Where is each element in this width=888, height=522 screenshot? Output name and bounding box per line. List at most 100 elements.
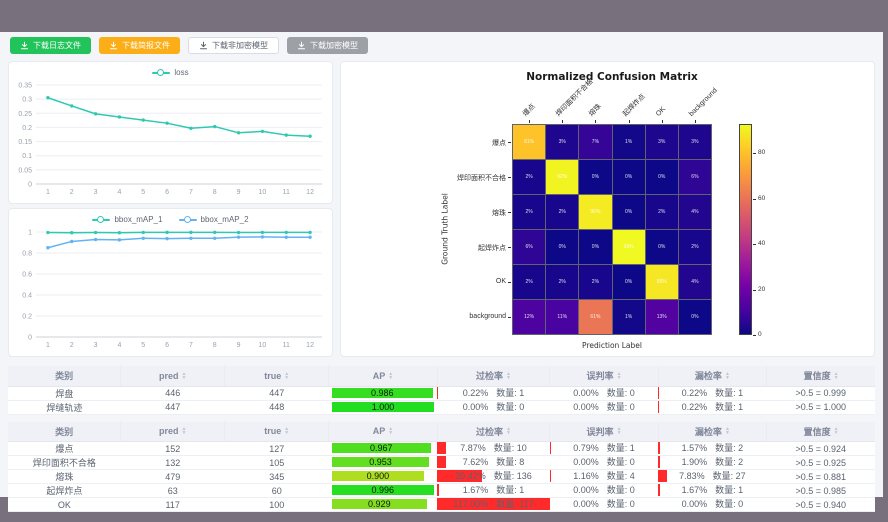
sort-caret-icon[interactable]: ▲▼ xyxy=(725,372,730,380)
svg-text:4: 4 xyxy=(117,189,121,196)
svg-text:3: 3 xyxy=(94,342,98,349)
table-row: 熔珠4793450.90039.42%数量: 1361.16%数量: 47.83… xyxy=(8,470,875,484)
column-header-5[interactable]: 误判率▲▼ xyxy=(550,422,658,442)
sort-caret-icon[interactable]: ▲▼ xyxy=(284,372,289,380)
matrix-cell: 0% xyxy=(613,195,645,229)
cell-misjudge-rate: 0.00% 数量: 0 xyxy=(550,386,658,400)
column-header-label: 类别 xyxy=(55,369,73,382)
column-header-label: pred xyxy=(159,426,179,436)
sort-caret-icon[interactable]: ▲▼ xyxy=(284,427,289,435)
rate-count: 数量: 0 xyxy=(715,498,743,511)
rate-count: 数量: 2 xyxy=(715,456,743,469)
map-chart-legend: bbox_mAP_1 bbox_mAP_2 xyxy=(9,209,332,227)
sort-caret-icon[interactable]: ▲▼ xyxy=(834,427,839,435)
sort-caret-icon[interactable]: ▲▼ xyxy=(182,427,187,435)
svg-text:11: 11 xyxy=(283,189,290,196)
matrix-col-label: 爆点 xyxy=(521,102,539,120)
svg-text:2: 2 xyxy=(70,342,74,349)
cell-true: 100 xyxy=(225,498,329,512)
metrics-tables: 类别pred▲▼true▲▼AP▲▼过检率▲▼误判率▲▼漏检率▲▼置信度▲▼焊盘… xyxy=(8,366,875,512)
column-header-3[interactable]: AP▲▼ xyxy=(329,422,437,442)
sort-caret-icon[interactable]: ▲▼ xyxy=(617,427,622,435)
column-header-6[interactable]: 漏检率▲▼ xyxy=(658,422,766,442)
rate-count: 数量: 10 xyxy=(494,442,527,455)
column-header-6[interactable]: 漏检率▲▼ xyxy=(658,366,766,386)
ap-bar: 0.953 xyxy=(332,457,430,467)
rate-percent: 39.42% xyxy=(455,470,486,483)
column-header-2[interactable]: true▲▼ xyxy=(225,422,329,442)
matrix-cell: 1% xyxy=(613,300,645,334)
sort-caret-icon[interactable]: ▲▼ xyxy=(388,372,393,380)
rate-percent: 1.57% xyxy=(682,442,708,455)
charts-column: loss 00.050.10.150.20.250.30.35123456789… xyxy=(8,61,333,357)
rate-percent: 0.22% xyxy=(463,387,489,400)
svg-text:0.4: 0.4 xyxy=(22,293,32,300)
column-header-3[interactable]: AP▲▼ xyxy=(329,366,437,386)
download-report-file-button[interactable]: 下载简报文件 xyxy=(99,37,180,54)
matrix-col-label: OK xyxy=(653,104,669,120)
download-log-file-button[interactable]: 下载日志文件 xyxy=(10,37,91,54)
column-header-2[interactable]: true▲▼ xyxy=(225,366,329,386)
rate-count: 数量: 117 xyxy=(496,498,533,511)
column-header-4[interactable]: 过检率▲▼ xyxy=(437,422,550,442)
column-header-4[interactable]: 过检率▲▼ xyxy=(437,366,550,386)
rate-count: 数量: 4 xyxy=(607,470,635,483)
cell-ap: 0.967 xyxy=(329,442,437,456)
rate-count: 数量: 0 xyxy=(607,387,635,400)
sort-caret-icon[interactable]: ▲▼ xyxy=(182,372,187,380)
rate-percent: 7.62% xyxy=(463,456,489,469)
column-header-7[interactable]: 置信度▲▼ xyxy=(767,366,875,386)
svg-text:5: 5 xyxy=(141,189,145,196)
rate-count: 数量: 8 xyxy=(496,456,524,469)
series-line-bbox_mAP_2 xyxy=(48,237,310,248)
sort-caret-icon[interactable]: ▲▼ xyxy=(388,427,393,435)
column-header-7[interactable]: 置信度▲▼ xyxy=(767,422,875,442)
column-header-1[interactable]: pred▲▼ xyxy=(121,366,225,386)
table-row: OK1171000.929117.00%数量: 1170.00%数量: 00.0… xyxy=(8,498,875,512)
ap-bar: 0.929 xyxy=(332,499,427,509)
sort-caret-icon[interactable]: ▲▼ xyxy=(617,372,622,380)
sort-caret-icon[interactable]: ▲▼ xyxy=(506,372,511,380)
download-unencrypted-model-button[interactable]: 下载非加密模型 xyxy=(188,37,279,54)
column-header-label: AP xyxy=(373,371,386,381)
column-header-5[interactable]: 误判率▲▼ xyxy=(550,366,658,386)
svg-text:2: 2 xyxy=(70,189,74,196)
svg-text:0: 0 xyxy=(28,335,32,342)
legend-label: bbox_mAP_1 xyxy=(114,215,162,224)
sort-caret-icon[interactable]: ▲▼ xyxy=(834,372,839,380)
matrix-row-label: 起焊炸点 xyxy=(376,243,506,253)
rate-percent: 0.79% xyxy=(573,442,599,455)
cell-misjudge-rate: 0.00%数量: 0 xyxy=(550,456,658,470)
cell-miss-rate: 1.90%数量: 2 xyxy=(658,456,766,470)
legend-item-loss[interactable]: loss xyxy=(152,68,188,77)
sort-caret-icon[interactable]: ▲▼ xyxy=(506,427,511,435)
column-header-label: 漏检率 xyxy=(695,425,722,438)
svg-text:7: 7 xyxy=(189,189,193,196)
legend-item-bbox_mAP_1[interactable]: bbox_mAP_1 xyxy=(92,215,162,224)
matrix-cell: 2% xyxy=(679,230,711,264)
rate-bar xyxy=(437,442,446,454)
legend-item-bbox_mAP_2[interactable]: bbox_mAP_2 xyxy=(179,215,249,224)
rate-count: 数量: 27 xyxy=(713,470,746,483)
map-chart: 00.20.40.60.81123456789101112 xyxy=(9,227,332,357)
svg-text:10: 10 xyxy=(259,342,267,349)
download-encrypted-model-button[interactable]: 下载加密模型 xyxy=(287,37,368,54)
legend-marker xyxy=(179,216,197,224)
matrix-col-label: background xyxy=(686,86,720,120)
column-header-label: 漏检率 xyxy=(695,369,722,382)
column-header-1[interactable]: pred▲▼ xyxy=(121,422,225,442)
matrix-cell: 0% xyxy=(613,160,645,194)
cell-over-rate: 7.62% 数量: 8 xyxy=(437,456,550,470)
cell-confidence: >0.5 = 0.999 xyxy=(767,386,875,400)
svg-text:7: 7 xyxy=(189,342,193,349)
matrix-row-label: OK xyxy=(376,278,506,285)
page-content: 下载日志文件下载简报文件下载非加密模型下载加密模型 loss 00.050.10… xyxy=(0,32,883,497)
cell-pred: 152 xyxy=(121,442,225,456)
cell-pred: 479 xyxy=(121,470,225,484)
sort-caret-icon[interactable]: ▲▼ xyxy=(725,427,730,435)
colorbar-tick-label: 20 xyxy=(758,286,765,293)
rate-percent: 0.00% xyxy=(573,387,599,400)
cell-miss-rate: 1.57%数量: 2 xyxy=(658,442,766,456)
matrix-cell: 0% xyxy=(646,160,678,194)
cell-category: OK xyxy=(8,498,121,512)
